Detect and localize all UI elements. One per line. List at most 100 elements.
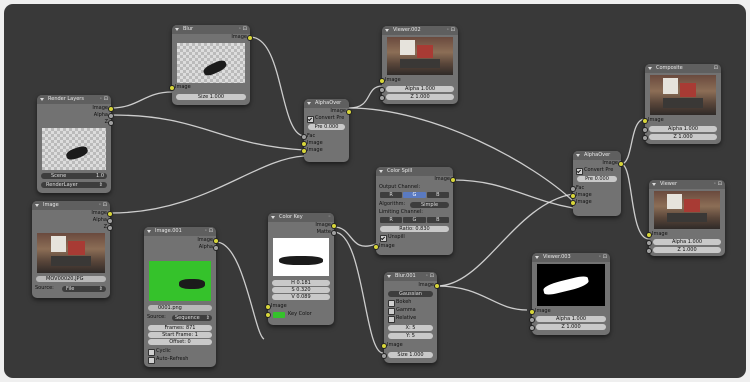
z-field[interactable]: Z 1.000 [536,324,606,330]
hue-field[interactable]: H 0.181 [272,280,330,286]
input-socket-image-2[interactable] [301,148,307,154]
node-header-icons[interactable]: ◦ ⊡ [446,26,455,35]
color-key-node[interactable]: Color Key ◦ Image Matte H 0.181 S 0.320 V… [265,213,337,325]
input-socket-z[interactable] [642,135,648,141]
input-socket-fac[interactable] [301,134,307,140]
node-header-icons[interactable]: ◦ ⊡ [598,253,607,262]
node-header[interactable]: Blur ◦ ⊡ [172,25,250,34]
input-socket-image[interactable] [381,343,387,349]
filter-type-dropdown[interactable]: Gaussian [388,291,433,297]
node-header[interactable]: Viewer.003 ◦ ⊡ [532,253,610,262]
gamma-checkbox[interactable] [388,308,395,315]
input-socket-image[interactable] [373,244,379,250]
input-socket-size[interactable] [381,353,387,359]
value-field[interactable]: V 0.089 [272,294,330,300]
output-socket-image[interactable] [247,35,253,41]
alpha-field[interactable]: Alpha 1.000 [386,86,454,92]
output-socket-image[interactable] [434,283,440,289]
z-field[interactable]: Z 1.000 [386,94,454,100]
render-layer-selector[interactable]: RenderLayer ⇕ [41,182,107,188]
input-socket-image-2[interactable] [570,200,576,206]
auto-refresh-checkbox[interactable] [148,357,155,364]
node-header[interactable]: Color Spill [376,167,453,176]
z-field[interactable]: Z 1.000 [653,247,721,253]
premul-field[interactable]: Pre 0.000 [308,124,345,130]
input-socket-image[interactable] [529,309,535,315]
key-color-swatch[interactable] [273,312,285,318]
cyclic-checkbox[interactable] [148,349,155,356]
node-header-icons[interactable]: ◦ ⊡ [98,201,107,210]
input-socket-z[interactable] [379,95,385,101]
saturation-field[interactable]: S 0.320 [272,287,330,293]
image-file-selector[interactable]: 0001.png [148,305,212,311]
output-channel-selector[interactable]: R G B [380,192,449,198]
input-socket-image[interactable] [379,78,385,84]
node-header-icons[interactable]: ◦ ⊡ [238,25,247,34]
ratio-field[interactable]: Ratio: 0.830 [380,226,449,232]
node-header[interactable]: Render Layers ◦ ⊡ [37,95,111,104]
blur-node[interactable]: Blur ◦ ⊡ Image Image Size 1.000 [169,25,253,105]
relative-checkbox[interactable] [388,316,395,323]
viewer-003-node[interactable]: Viewer.003 ◦ ⊡ Image Alpha 1.000 Z 1.000 [529,253,610,335]
input-socket-alpha[interactable] [646,240,652,246]
size-x-field[interactable]: X: 5 [388,325,433,331]
node-header[interactable]: Blur.001 ◦ ⊡ [384,272,437,281]
node-header[interactable]: Color Key ◦ [268,213,334,222]
scene-selector[interactable]: Scene 1.0 [41,173,107,179]
input-socket-fac[interactable] [570,186,576,192]
channel-r[interactable]: R [380,192,403,198]
channel-b[interactable]: B [426,192,449,198]
node-editor-canvas[interactable]: Blur ◦ ⊡ Image Image Size 1.000 Render La… [4,4,746,378]
input-socket-image[interactable] [169,85,175,91]
input-socket-z[interactable] [529,325,535,331]
node-header[interactable]: Image ◦ ⊡ [32,201,110,210]
limit-channel-b[interactable]: B [426,217,449,223]
color-spill-node[interactable]: Color Spill Image Output Channel: R G B … [373,167,456,255]
output-socket-matte[interactable] [331,230,337,236]
output-socket-image[interactable] [213,238,219,244]
convert-premul-checkbox[interactable] [307,116,314,123]
input-socket-alpha[interactable] [529,317,535,323]
z-field[interactable]: Z 1.000 [649,134,717,140]
image-001-node[interactable]: Image.001 ◦ ⊡ Image Alpha 0001.png Source… [144,227,219,367]
node-header-icons[interactable]: ◦ [328,213,331,222]
source-dropdown[interactable]: File ⇕ [62,286,106,292]
start-frame-field[interactable]: Start Frame: 1 [148,332,212,338]
composite-node[interactable]: Composite ⊡ Image Alpha 1.000 Z 1.000 [642,64,721,144]
node-header-icons[interactable]: ◦ ⊡ [204,227,213,236]
node-header[interactable]: Viewer ◦ ⊡ [649,180,725,189]
input-socket-alpha[interactable] [379,87,385,93]
node-header[interactable]: AlphaOver [573,151,621,160]
output-socket-image[interactable] [107,211,113,217]
output-socket-alpha[interactable] [108,113,114,119]
input-socket-image[interactable] [646,232,652,238]
limit-channel-g[interactable]: G [403,217,426,223]
output-socket-image[interactable] [450,177,456,183]
node-header[interactable]: Viewer.002 ◦ ⊡ [382,26,458,35]
input-socket-image[interactable] [265,304,271,310]
image-node[interactable]: Image ◦ ⊡ Image Alpha Z MOV00020.JPG Sour… [32,201,113,298]
limiting-channel-selector[interactable]: R G B [380,217,449,223]
alpha-field[interactable]: Alpha 1.000 [653,239,721,245]
alphaover-2-node[interactable]: AlphaOver Image Convert Pre Pre 0.000 Fa… [570,151,624,216]
blur-001-node[interactable]: Blur.001 ◦ ⊡ Image Gaussian Bokeh Gamma R… [381,272,440,363]
viewer-002-node[interactable]: Viewer.002 ◦ ⊡ Image Alpha 1.000 Z 1.000 [379,26,458,104]
size-field[interactable]: Size 1.000 [176,94,246,100]
node-header[interactable]: Composite ⊡ [645,64,721,73]
frames-field[interactable]: Frames: 871 [148,325,212,331]
source-dropdown[interactable]: Sequence ⇕ [172,315,212,321]
node-header-icons[interactable]: ◦ ⊡ [425,272,434,281]
output-socket-z[interactable] [107,225,113,231]
alpha-field[interactable]: Alpha 1.000 [536,316,606,322]
input-socket-z[interactable] [646,248,652,254]
node-header-icons[interactable]: ⊡ [714,64,718,73]
output-socket-image[interactable] [108,106,114,112]
node-header[interactable]: Image.001 ◦ ⊡ [144,227,216,236]
size-y-field[interactable]: Y: 5 [388,333,433,339]
offset-field[interactable]: Offset: 0 [148,339,212,345]
input-socket-image-1[interactable] [301,141,307,147]
algorithm-dropdown[interactable]: Simple [410,202,449,208]
premul-field[interactable]: Pre 0.000 [577,176,617,182]
viewer-node[interactable]: Viewer ◦ ⊡ Image Alpha 1.000 Z 1.000 [646,180,725,256]
output-socket-image[interactable] [618,161,624,167]
